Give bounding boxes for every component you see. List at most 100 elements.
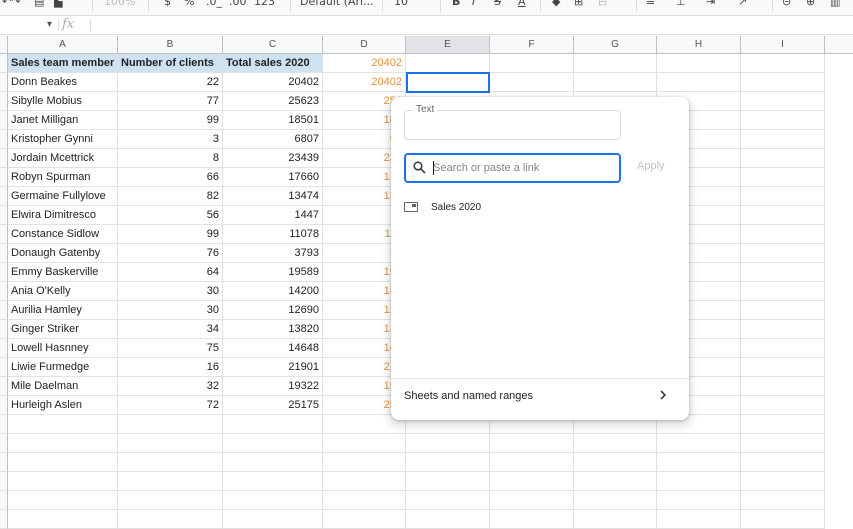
- clients-cell[interactable]: 56: [118, 206, 223, 225]
- row-header[interactable]: [0, 453, 8, 472]
- cell[interactable]: [574, 510, 657, 529]
- cell[interactable]: [406, 434, 490, 453]
- name-cell[interactable]: Lowell Hasnney: [8, 339, 118, 358]
- cell[interactable]: [741, 225, 825, 244]
- cell[interactable]: [323, 453, 406, 472]
- row-header[interactable]: [0, 434, 8, 453]
- cell[interactable]: [574, 54, 657, 73]
- name-cell[interactable]: Donaugh Gatenby: [8, 244, 118, 263]
- decrease-decimal-button[interactable]: .0_: [206, 0, 222, 8]
- column-header-h[interactable]: H: [657, 36, 741, 54]
- row-header[interactable]: [0, 396, 8, 415]
- name-cell[interactable]: Constance Sidlow: [8, 225, 118, 244]
- row-header[interactable]: [0, 206, 8, 225]
- cell[interactable]: [741, 111, 825, 130]
- cell[interactable]: [741, 434, 825, 453]
- clients-cell[interactable]: 82: [118, 187, 223, 206]
- sales-cell[interactable]: 23439: [223, 149, 323, 168]
- cell[interactable]: [741, 54, 825, 73]
- cell[interactable]: [406, 453, 490, 472]
- cell[interactable]: [8, 472, 118, 491]
- cell[interactable]: [406, 54, 490, 73]
- name-cell[interactable]: Hurleigh Aslen: [8, 396, 118, 415]
- select-all-corner[interactable]: [0, 36, 8, 54]
- cell[interactable]: [118, 491, 223, 510]
- sales-cell[interactable]: 3793: [223, 244, 323, 263]
- cell[interactable]: [490, 73, 574, 92]
- insert-chart-icon[interactable]: ▥: [830, 0, 840, 8]
- row-header[interactable]: [0, 358, 8, 377]
- column-header-e[interactable]: E: [406, 36, 490, 54]
- row-header[interactable]: [0, 168, 8, 187]
- clients-cell[interactable]: 8: [118, 149, 223, 168]
- column-header-d[interactable]: D: [323, 36, 406, 54]
- sales-cell[interactable]: 14200: [223, 282, 323, 301]
- clients-cell[interactable]: 76: [118, 244, 223, 263]
- row-header[interactable]: [0, 225, 8, 244]
- vertical-align-icon[interactable]: ⊥: [676, 0, 686, 8]
- row-header[interactable]: [0, 510, 8, 529]
- cell[interactable]: [741, 73, 825, 92]
- number-format-button[interactable]: 123: [254, 0, 275, 8]
- cell[interactable]: [490, 510, 574, 529]
- print-icon[interactable]: ▤: [34, 0, 44, 8]
- name-cell[interactable]: Robyn Spurman: [8, 168, 118, 187]
- text-rotation-icon[interactable]: ↗: [738, 0, 747, 8]
- cell[interactable]: [741, 415, 825, 434]
- increase-decimal-button[interactable]: .00: [229, 0, 247, 8]
- undo-icon[interactable]: ↶↷: [2, 0, 20, 8]
- cell[interactable]: [657, 434, 741, 453]
- row-header[interactable]: [0, 149, 8, 168]
- name-cell[interactable]: Kristopher Gynni: [8, 130, 118, 149]
- cell[interactable]: [741, 491, 825, 510]
- cell[interactable]: [223, 491, 323, 510]
- font-size-select[interactable]: 10: [394, 0, 408, 8]
- cell[interactable]: [8, 434, 118, 453]
- cell[interactable]: [741, 453, 825, 472]
- cell[interactable]: [741, 396, 825, 415]
- cell[interactable]: [118, 472, 223, 491]
- sales-cell[interactable]: 13474: [223, 187, 323, 206]
- cell[interactable]: [223, 453, 323, 472]
- apply-button[interactable]: Apply: [637, 160, 665, 172]
- cell[interactable]: [490, 491, 574, 510]
- sales-cell[interactable]: 12690: [223, 301, 323, 320]
- cell[interactable]: [741, 510, 825, 529]
- cell[interactable]: [741, 206, 825, 225]
- cell[interactable]: [741, 320, 825, 339]
- horizontal-align-icon[interactable]: ≡: [646, 0, 655, 8]
- cell[interactable]: [118, 453, 223, 472]
- name-cell[interactable]: Elwira Dimitresco: [8, 206, 118, 225]
- row-header[interactable]: [0, 111, 8, 130]
- sales-cell[interactable]: 6807: [223, 130, 323, 149]
- cell[interactable]: [406, 491, 490, 510]
- cell[interactable]: [223, 472, 323, 491]
- cell[interactable]: [223, 510, 323, 529]
- currency-button[interactable]: $: [164, 0, 171, 8]
- name-cell[interactable]: Ginger Striker: [8, 320, 118, 339]
- name-cell[interactable]: Liwie Furmedge: [8, 358, 118, 377]
- cell[interactable]: [406, 510, 490, 529]
- row-header[interactable]: [0, 415, 8, 434]
- header-cell[interactable]: Number of clients: [118, 54, 223, 73]
- name-box[interactable]: ▾: [0, 16, 56, 34]
- cell[interactable]: [657, 453, 741, 472]
- cell[interactable]: [8, 453, 118, 472]
- cell[interactable]: [741, 301, 825, 320]
- cell[interactable]: [741, 92, 825, 111]
- cell[interactable]: [741, 187, 825, 206]
- data-cell[interactable]: 20402: [323, 73, 406, 92]
- clients-cell[interactable]: 64: [118, 263, 223, 282]
- clients-cell[interactable]: 32: [118, 377, 223, 396]
- cell[interactable]: [323, 510, 406, 529]
- cell[interactable]: [118, 434, 223, 453]
- cell[interactable]: [657, 73, 741, 92]
- cell[interactable]: [741, 282, 825, 301]
- clients-cell[interactable]: 3: [118, 130, 223, 149]
- row-header[interactable]: [0, 320, 8, 339]
- name-cell[interactable]: Aurilia Hamley: [8, 301, 118, 320]
- clients-cell[interactable]: 72: [118, 396, 223, 415]
- cell[interactable]: [118, 510, 223, 529]
- cell[interactable]: [741, 168, 825, 187]
- cell[interactable]: [657, 54, 741, 73]
